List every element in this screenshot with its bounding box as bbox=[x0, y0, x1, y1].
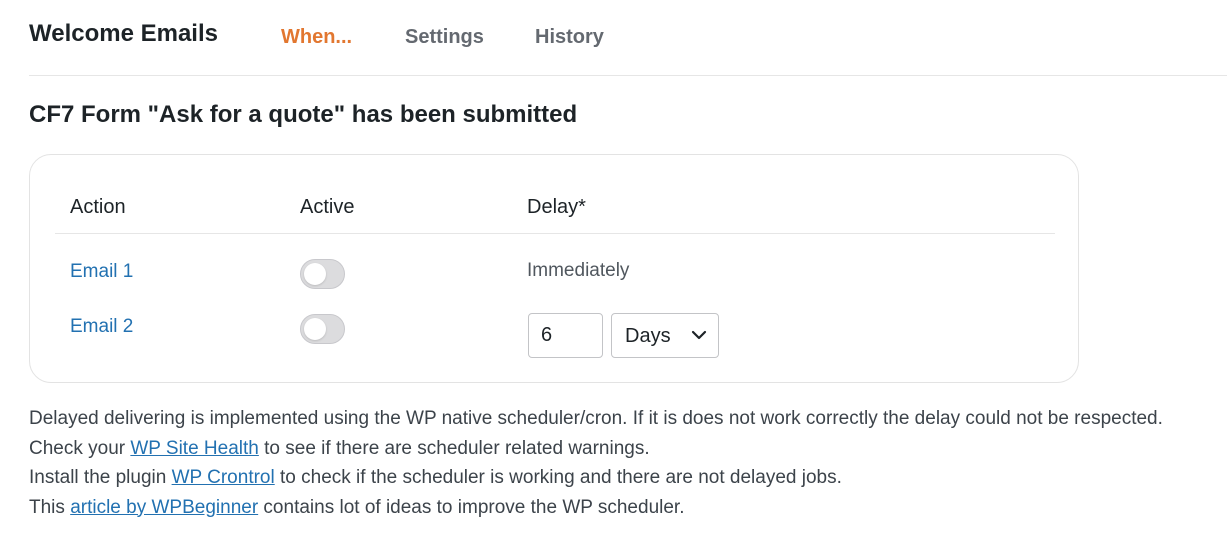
note-line-2: Check your WP Site Health to see if ther… bbox=[29, 434, 1163, 464]
note-text: This bbox=[29, 496, 71, 518]
toggle-knob bbox=[304, 318, 326, 340]
chevron-down-icon bbox=[691, 330, 707, 340]
column-header-active: Active bbox=[300, 196, 355, 218]
wp-site-health-link[interactable]: WP Site Health bbox=[130, 438, 258, 459]
wp-crontrol-link[interactable]: WP Crontrol bbox=[172, 467, 275, 488]
scheduler-notes: Delayed delivering is implemented using … bbox=[29, 404, 1163, 522]
email-1-active-toggle[interactable] bbox=[300, 259, 345, 289]
column-header-delay: Delay* bbox=[527, 196, 586, 218]
email-1-delay-text: Immediately bbox=[527, 260, 630, 281]
note-text: Check your bbox=[29, 437, 131, 459]
email-2-delay-unit-select[interactable]: Days bbox=[611, 313, 719, 358]
delay-unit-selected: Days bbox=[625, 325, 671, 347]
note-line-1: Delayed delivering is implemented using … bbox=[29, 408, 1163, 429]
email-2-delay-value-input[interactable] bbox=[528, 313, 603, 358]
welcome-emails-page: Welcome Emails When... Settings History … bbox=[0, 0, 1227, 560]
note-text: to see if there are scheduler related wa… bbox=[258, 437, 650, 459]
page-header: Welcome Emails When... Settings History bbox=[29, 0, 1227, 76]
note-text: to check if the scheduler is working and… bbox=[274, 467, 842, 488]
note-text: Install the plugin bbox=[29, 467, 172, 488]
email-2-active-toggle[interactable] bbox=[300, 314, 345, 344]
trigger-title: CF7 Form "Ask for a quote" has been subm… bbox=[29, 101, 578, 128]
toggle-knob bbox=[304, 263, 326, 285]
actions-card: Action Active Delay* Email 1 Immediately… bbox=[29, 154, 1079, 383]
column-header-action: Action bbox=[70, 196, 126, 218]
email-1-link[interactable]: Email 1 bbox=[70, 261, 133, 283]
tab-when[interactable]: When... bbox=[281, 26, 352, 49]
note-line-4: This article by WPBeginner contains lot … bbox=[29, 493, 1163, 523]
wpbeginner-article-link[interactable]: article by WPBeginner bbox=[70, 497, 258, 518]
tab-settings[interactable]: Settings bbox=[405, 26, 484, 49]
email-2-link[interactable]: Email 2 bbox=[70, 316, 133, 338]
note-line-3: Install the plugin WP Crontrol to check … bbox=[29, 463, 1163, 493]
page-title: Welcome Emails bbox=[29, 20, 218, 47]
header-divider bbox=[55, 233, 1055, 234]
tab-history[interactable]: History bbox=[535, 26, 604, 49]
note-text: contains lot of ideas to improve the WP … bbox=[258, 496, 685, 518]
